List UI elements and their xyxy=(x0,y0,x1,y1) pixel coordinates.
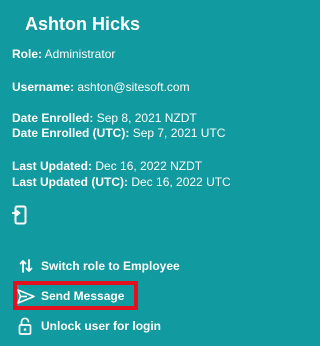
date-enrolled-value: Sep 8, 2021 NZDT xyxy=(96,111,197,125)
username-label: Username: xyxy=(12,80,75,94)
date-enrolled-row: Date Enrolled: Sep 8, 2021 NZDT xyxy=(12,111,197,126)
phone-login-icon[interactable] xyxy=(12,205,28,225)
send-message-button[interactable]: Send Message xyxy=(14,286,134,306)
last-updated-value: Dec 16, 2022 NZDT xyxy=(95,159,203,173)
unlock-user-button[interactable]: Unlock user for login xyxy=(14,316,174,336)
username-row: Username: ashton@sitesoft.com xyxy=(12,80,190,95)
last-updated-row: Last Updated: Dec 16, 2022 NZDT xyxy=(12,159,202,174)
role-label: Role: xyxy=(12,47,42,61)
send-message-label: Send Message xyxy=(41,289,125,303)
switch-role-label: Switch role to Employee xyxy=(41,259,180,273)
last-updated-label: Last Updated: xyxy=(12,159,93,173)
role-row: Role: Administrator xyxy=(12,47,115,62)
switch-role-button[interactable]: Switch role to Employee xyxy=(14,256,204,276)
role-value: Administrator xyxy=(44,47,116,61)
username-value: ashton@sitesoft.com xyxy=(77,80,190,94)
last-updated-utc-row: Last Updated (UTC): Dec 16, 2022 UTC xyxy=(12,175,231,190)
unlock-user-label: Unlock user for login xyxy=(41,319,162,333)
unlock-icon xyxy=(18,317,32,335)
send-icon xyxy=(17,289,35,304)
user-detail-card: Ashton Hicks Role: Administrator Usernam… xyxy=(0,0,242,346)
date-enrolled-utc-value: Sep 7, 2021 UTC xyxy=(132,126,226,140)
user-name-heading: Ashton Hicks xyxy=(25,14,141,34)
date-enrolled-utc-label: Date Enrolled (UTC): xyxy=(12,126,130,140)
swap-vertical-icon xyxy=(19,259,33,273)
last-updated-utc-label: Last Updated (UTC): xyxy=(12,175,128,189)
date-enrolled-label: Date Enrolled: xyxy=(12,111,94,125)
last-updated-utc-value: Dec 16, 2022 UTC xyxy=(131,175,231,189)
date-enrolled-utc-row: Date Enrolled (UTC): Sep 7, 2021 UTC xyxy=(12,126,225,141)
